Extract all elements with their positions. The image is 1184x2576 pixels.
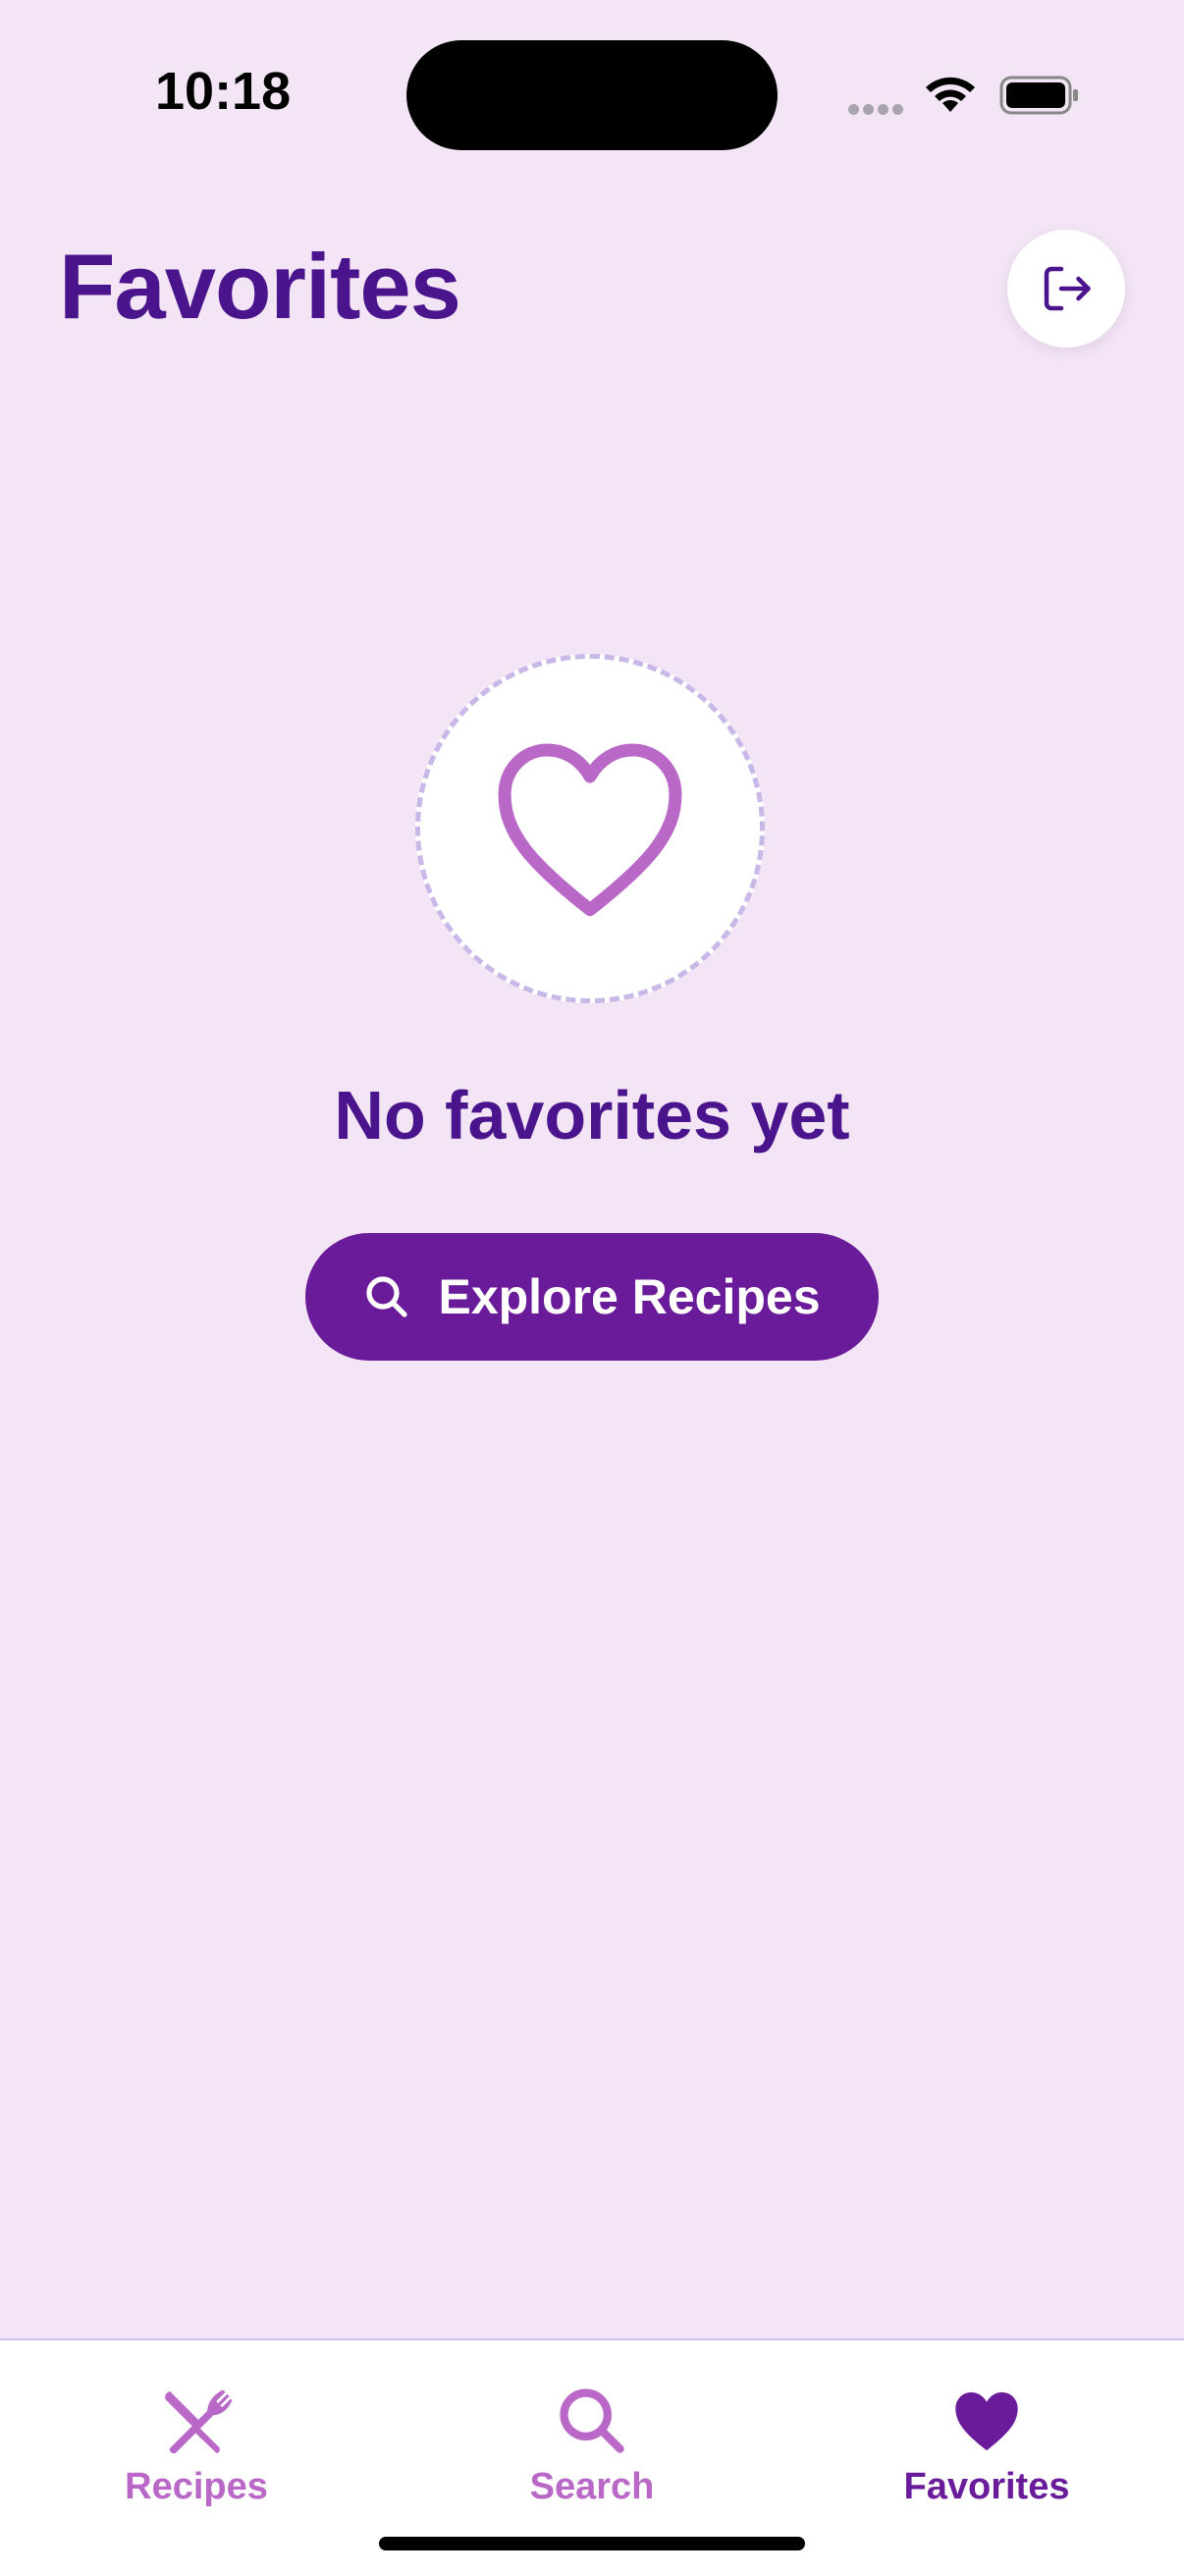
logout-button[interactable] [1007, 230, 1125, 348]
status-bar: 10:18 [0, 0, 1184, 187]
heart-outline-icon [498, 743, 682, 917]
heart-icon [955, 2391, 1018, 2451]
tab-favorites-label: Favorites [903, 2466, 1070, 2507]
tab-favorites[interactable]: Favorites [839, 2384, 1134, 2508]
tab-search[interactable]: Search [445, 2384, 739, 2508]
wifi-icon [926, 77, 975, 112]
logout-icon [1044, 266, 1091, 311]
empty-state-circle [415, 654, 765, 1003]
empty-state-title: No favorites yet [334, 1077, 850, 1154]
utensils-icon [165, 2389, 233, 2454]
search-icon [560, 2388, 624, 2453]
tab-recipes[interactable]: Recipes [49, 2384, 344, 2508]
page-title: Favorites [59, 235, 461, 338]
status-time: 10:18 [155, 62, 292, 121]
home-indicator [379, 2537, 805, 2550]
dynamic-island [406, 40, 778, 150]
explore-recipes-button[interactable]: Explore Recipes [305, 1233, 879, 1361]
tab-search-label: Search [529, 2466, 655, 2507]
tab-recipes-label: Recipes [125, 2466, 268, 2507]
cellular-signal-icon [848, 102, 907, 116]
search-icon [366, 1276, 408, 1317]
explore-recipes-label: Explore Recipes [438, 1269, 821, 1324]
battery-icon [999, 76, 1078, 115]
